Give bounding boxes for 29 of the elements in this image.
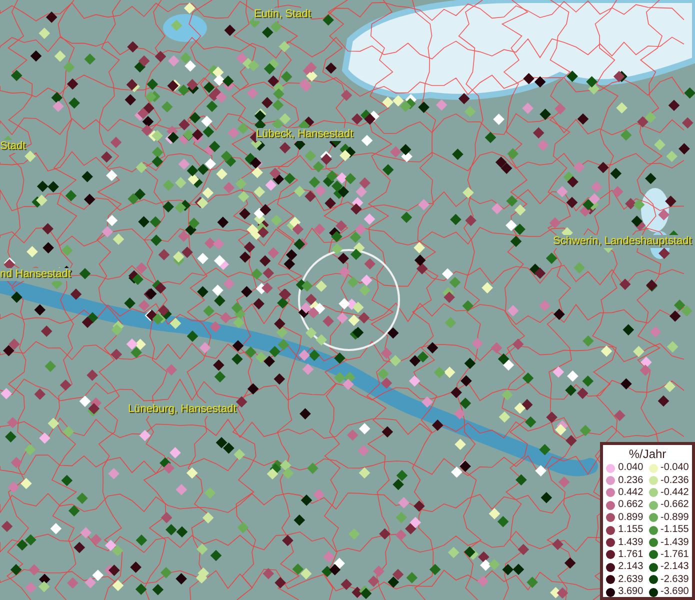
legend-value: -0.040 (660, 462, 689, 474)
legend-value: -2.143 (660, 561, 689, 574)
place-label: nd Hansestadt (0, 268, 71, 281)
legend-value: -1.155 (660, 524, 689, 536)
legend-value: -2.639 (660, 574, 689, 586)
legend-value: -1.439 (660, 536, 689, 549)
legend-value: -0.662 (660, 499, 689, 512)
legend-value: 2.639 (618, 574, 644, 586)
legend-value: -3.690 (660, 586, 689, 598)
legend-value: -0.442 (660, 486, 689, 499)
legend-value: 1.155 (618, 524, 644, 536)
legend-value: 0.236 (618, 474, 644, 487)
place-label: Lüneburg, Hansestadt (128, 403, 236, 416)
place-label: Schwerin, Landeshauptstadt (553, 235, 692, 248)
legend-value: 0.040 (618, 462, 644, 474)
legend-value: 1.439 (618, 536, 644, 549)
legend-value: 0.662 (618, 499, 644, 512)
legend-value: -0.236 (660, 474, 689, 487)
legend-value: 0.442 (618, 486, 644, 499)
legend-value: 2.143 (618, 561, 644, 574)
legend-title: %/Jahr (628, 447, 666, 461)
place-label: Eutin, Stadt (254, 8, 311, 21)
legend-value: -0.899 (660, 512, 689, 524)
place-label: Lübeck, Hansestadt (256, 128, 354, 141)
legend-value: 0.899 (618, 512, 644, 524)
legend-value: 1.761 (618, 548, 644, 561)
legend-value: -1.761 (660, 548, 689, 561)
place-label: Stadt (0, 140, 26, 153)
legend-value: 3.690 (618, 586, 644, 598)
